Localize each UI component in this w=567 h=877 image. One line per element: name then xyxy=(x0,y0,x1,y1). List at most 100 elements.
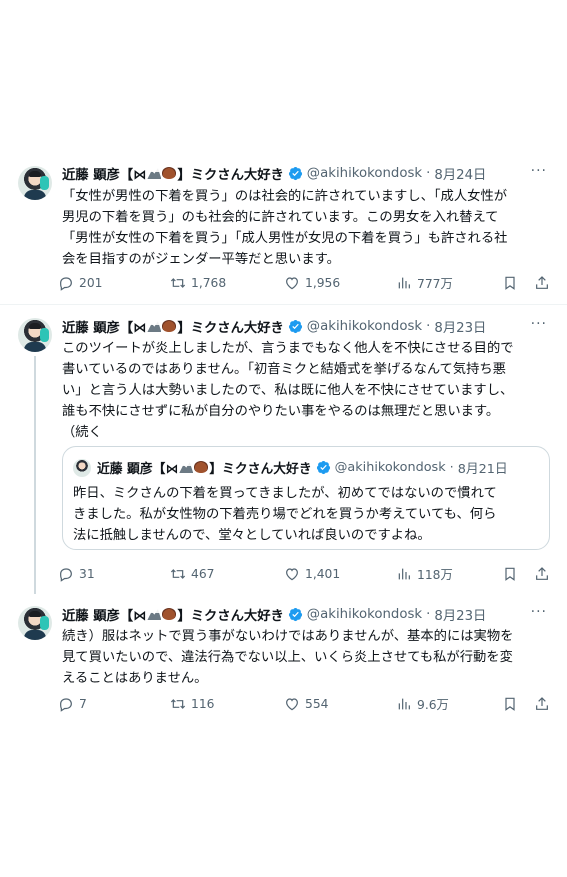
views-count: 9.6万 xyxy=(417,698,449,712)
tweet-line: （続く xyxy=(62,425,102,440)
like-button[interactable]: 1,401 xyxy=(284,566,340,582)
reply-button[interactable]: 7 xyxy=(58,696,87,712)
reply-button[interactable]: 31 xyxy=(58,566,95,582)
retweet-count: 467 xyxy=(191,567,215,581)
quoted-text: 昨日、ミクさんの下着を買ってきましたが、初めてではないので慣れて きました。私が… xyxy=(73,483,543,546)
display-name-suffix: 】ミクさん大好き xyxy=(177,608,284,624)
verified-icon xyxy=(288,607,302,621)
separator-dot: · xyxy=(426,318,431,334)
handle[interactable]: @akihikokondosk xyxy=(307,607,422,622)
display-name[interactable]: 近藤 顕彦【⋈ 】ミクさん大好き xyxy=(62,164,284,183)
like-count: 554 xyxy=(305,697,329,711)
bookmark-button[interactable] xyxy=(502,566,518,582)
like-button[interactable]: 1,956 xyxy=(284,275,340,291)
display-name-text: 近藤 顕彦【⋈ xyxy=(62,167,147,183)
name-emoji xyxy=(147,608,177,620)
avatar[interactable] xyxy=(18,606,52,640)
quoted-line: きました。私が女性物の下着売り場でどれを買うか考えていても、何ら xyxy=(73,507,497,522)
mountain-emoji-icon xyxy=(147,321,162,332)
retweet-button[interactable]: 116 xyxy=(170,696,214,712)
avatar[interactable] xyxy=(18,318,52,352)
tweet-line: えることはありません。 xyxy=(62,671,208,686)
like-count: 1,401 xyxy=(305,567,341,581)
tweet-header: 近藤 顕彦【⋈ 】ミクさん大好き @akihikokondosk · 8月23日 xyxy=(62,604,486,624)
display-name-suffix: 】ミクさん大好き xyxy=(209,461,312,477)
bookmark-icon xyxy=(505,567,515,581)
thread-line xyxy=(34,356,36,594)
quoted-line: 法に抵触しませんので、堂々としていれば良いのですよね。 xyxy=(73,528,431,543)
more-icon[interactable]: ··· xyxy=(531,163,547,179)
separator-dot: · xyxy=(426,165,431,181)
share-button[interactable] xyxy=(534,696,550,712)
like-icon xyxy=(286,568,298,581)
timestamp[interactable]: 8月24日 xyxy=(434,164,486,183)
quoted-avatar xyxy=(73,459,91,477)
share-button[interactable] xyxy=(534,275,550,291)
tweet-text: 続き）服はネットで買う事がないわけではありませんが、基本的には実物を 見て買いた… xyxy=(62,626,550,689)
quoted-timestamp: 8月21日 xyxy=(457,461,508,477)
mountain-emoji-icon xyxy=(147,168,162,179)
tweet-line: 会を目指すのがジェンダー平等だと思います。 xyxy=(62,252,340,267)
timestamp[interactable]: 8月23日 xyxy=(434,317,486,336)
name-emoji xyxy=(179,461,209,473)
chestnut-emoji-icon xyxy=(162,167,177,179)
views-count: 777万 xyxy=(417,277,453,291)
quoted-tweet[interactable]: 近藤 顕彦【⋈ 】ミクさん大好き @akihikokondosk · 8月21日… xyxy=(62,446,550,550)
views-icon xyxy=(398,698,410,710)
tweet-text: 「女性が男性の下着を買う」のは社会的に許されていますし、「成人女性が 男児の下着… xyxy=(62,186,550,270)
display-name[interactable]: 近藤 顕彦【⋈ 】ミクさん大好き xyxy=(62,317,284,336)
share-icon xyxy=(536,567,548,580)
verified-icon xyxy=(288,319,302,333)
retweet-icon xyxy=(170,278,186,288)
quoted-handle: @akihikokondosk xyxy=(334,459,446,475)
reply-button[interactable]: 201 xyxy=(58,275,102,291)
retweet-button[interactable]: 1,768 xyxy=(170,275,226,291)
tweet-line: このツイートが炎上しましたが、言うまでもなく他人を不快にさせる目的で xyxy=(62,341,514,356)
handle[interactable]: @akihikokondosk xyxy=(307,319,422,334)
retweet-count: 116 xyxy=(191,697,215,711)
tweet-header: 近藤 顕彦【⋈ 】ミクさん大好き @akihikokondosk · 8月24日 xyxy=(62,163,486,183)
retweet-button[interactable]: 467 xyxy=(170,566,214,582)
tweet-line: 誰も不快にさせずに私が自分のやりたい事をやるのは無理だと思います。 xyxy=(62,404,500,419)
tweet-line: 男児の下着を買う」のも社会的に許されています。この男女を入れ替えて xyxy=(62,210,499,225)
more-icon[interactable]: ··· xyxy=(531,316,547,332)
like-icon xyxy=(286,698,298,711)
chestnut-emoji-icon xyxy=(194,461,209,473)
share-icon xyxy=(536,276,548,289)
mountain-emoji-icon xyxy=(179,462,194,473)
more-icon[interactable]: ··· xyxy=(531,604,547,620)
quoted-display-name: 近藤 顕彦【⋈ 】ミクさん大好き xyxy=(97,458,312,477)
like-icon xyxy=(286,277,298,290)
display-name-text: 近藤 顕彦【⋈ xyxy=(62,608,147,624)
reply-count: 31 xyxy=(79,567,95,581)
avatar[interactable] xyxy=(18,166,52,200)
views-count: 118万 xyxy=(417,568,453,582)
views-icon xyxy=(398,568,410,580)
views-button[interactable]: 118万 xyxy=(396,565,453,583)
bookmark-button[interactable] xyxy=(502,696,518,712)
name-emoji xyxy=(147,320,177,332)
display-name[interactable]: 近藤 顕彦【⋈ 】ミクさん大好き xyxy=(62,605,284,624)
bookmark-button[interactable] xyxy=(502,275,518,291)
reply-count: 7 xyxy=(79,697,87,711)
timestamp[interactable]: 8月23日 xyxy=(434,605,486,624)
chestnut-emoji-icon xyxy=(162,608,177,620)
handle[interactable]: @akihikokondosk xyxy=(307,166,422,181)
reply-icon xyxy=(60,277,72,291)
action-bar: 31 467 1,401 118万 xyxy=(60,563,550,585)
retweet-icon xyxy=(170,569,186,579)
tweet-line: 「男性が女性の下着を買う」「成人男性が女児の下着を買う」も許される社 xyxy=(62,231,508,246)
views-button[interactable]: 777万 xyxy=(396,274,453,292)
tweet-line: 見て買いたいので、違法行為でない以上、いくら炎上させても私が行動を変 xyxy=(62,650,513,665)
verified-icon xyxy=(288,166,302,180)
like-button[interactable]: 554 xyxy=(284,696,328,712)
share-button[interactable] xyxy=(534,566,550,582)
tweet-line: 続き）服はネットで買う事がないわけではありませんが、基本的には実物を xyxy=(62,629,514,644)
separator-dot: · xyxy=(449,459,454,475)
share-icon xyxy=(536,697,548,710)
views-icon xyxy=(398,277,410,289)
views-button[interactable]: 9.6万 xyxy=(396,695,449,713)
display-name-suffix: 】ミクさん大好き xyxy=(177,167,284,183)
tweet-header: 近藤 顕彦【⋈ 】ミクさん大好き @akihikokondosk · 8月23日 xyxy=(62,316,486,336)
mountain-emoji-icon xyxy=(147,609,162,620)
